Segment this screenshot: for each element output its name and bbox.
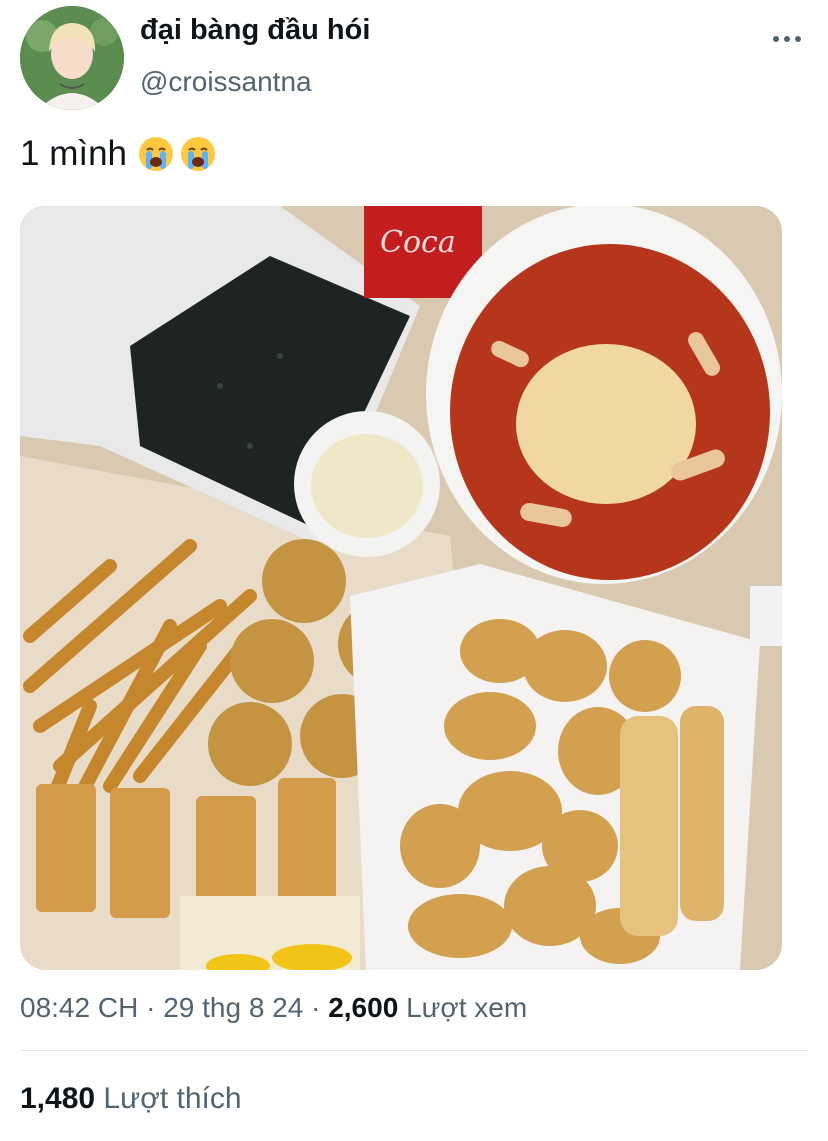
loudly-crying-face-icon [181, 137, 215, 171]
views-label: Lượt xem [406, 992, 528, 1023]
meta-separator: · [146, 992, 156, 1023]
tweet-metadata: 08:42 CH · 29 thg 8 24 · 2,600 Lượt xem [20, 992, 527, 1024]
avatar-image [20, 6, 124, 110]
likes-stat[interactable]: 1,480 Lượt thích [20, 1082, 242, 1116]
likes-label: Lượt thích [103, 1082, 242, 1115]
views-count: 2,600 [328, 992, 399, 1023]
divider [20, 1050, 808, 1051]
food-photo: Coca [20, 206, 782, 970]
tweet-time[interactable]: 08:42 CH [20, 992, 138, 1023]
likes-count: 1,480 [20, 1082, 96, 1115]
display-name[interactable]: đại bàng đầu hói [140, 14, 370, 47]
svg-text:Coca: Coca [380, 225, 456, 260]
meta-separator: · [311, 992, 321, 1023]
loudly-crying-face-icon [139, 137, 173, 171]
tweet-media-photo[interactable]: Coca [20, 206, 782, 970]
emoji-group [137, 135, 217, 173]
tweet-text-content: 1 mình [20, 134, 127, 173]
more-horizontal-icon[interactable] [770, 26, 804, 52]
avatar[interactable] [20, 6, 124, 110]
tweet-date[interactable]: 29 thg 8 24 [163, 992, 303, 1023]
tweet-text: 1 mình [20, 134, 217, 174]
user-handle[interactable]: @croissantna [140, 66, 312, 98]
